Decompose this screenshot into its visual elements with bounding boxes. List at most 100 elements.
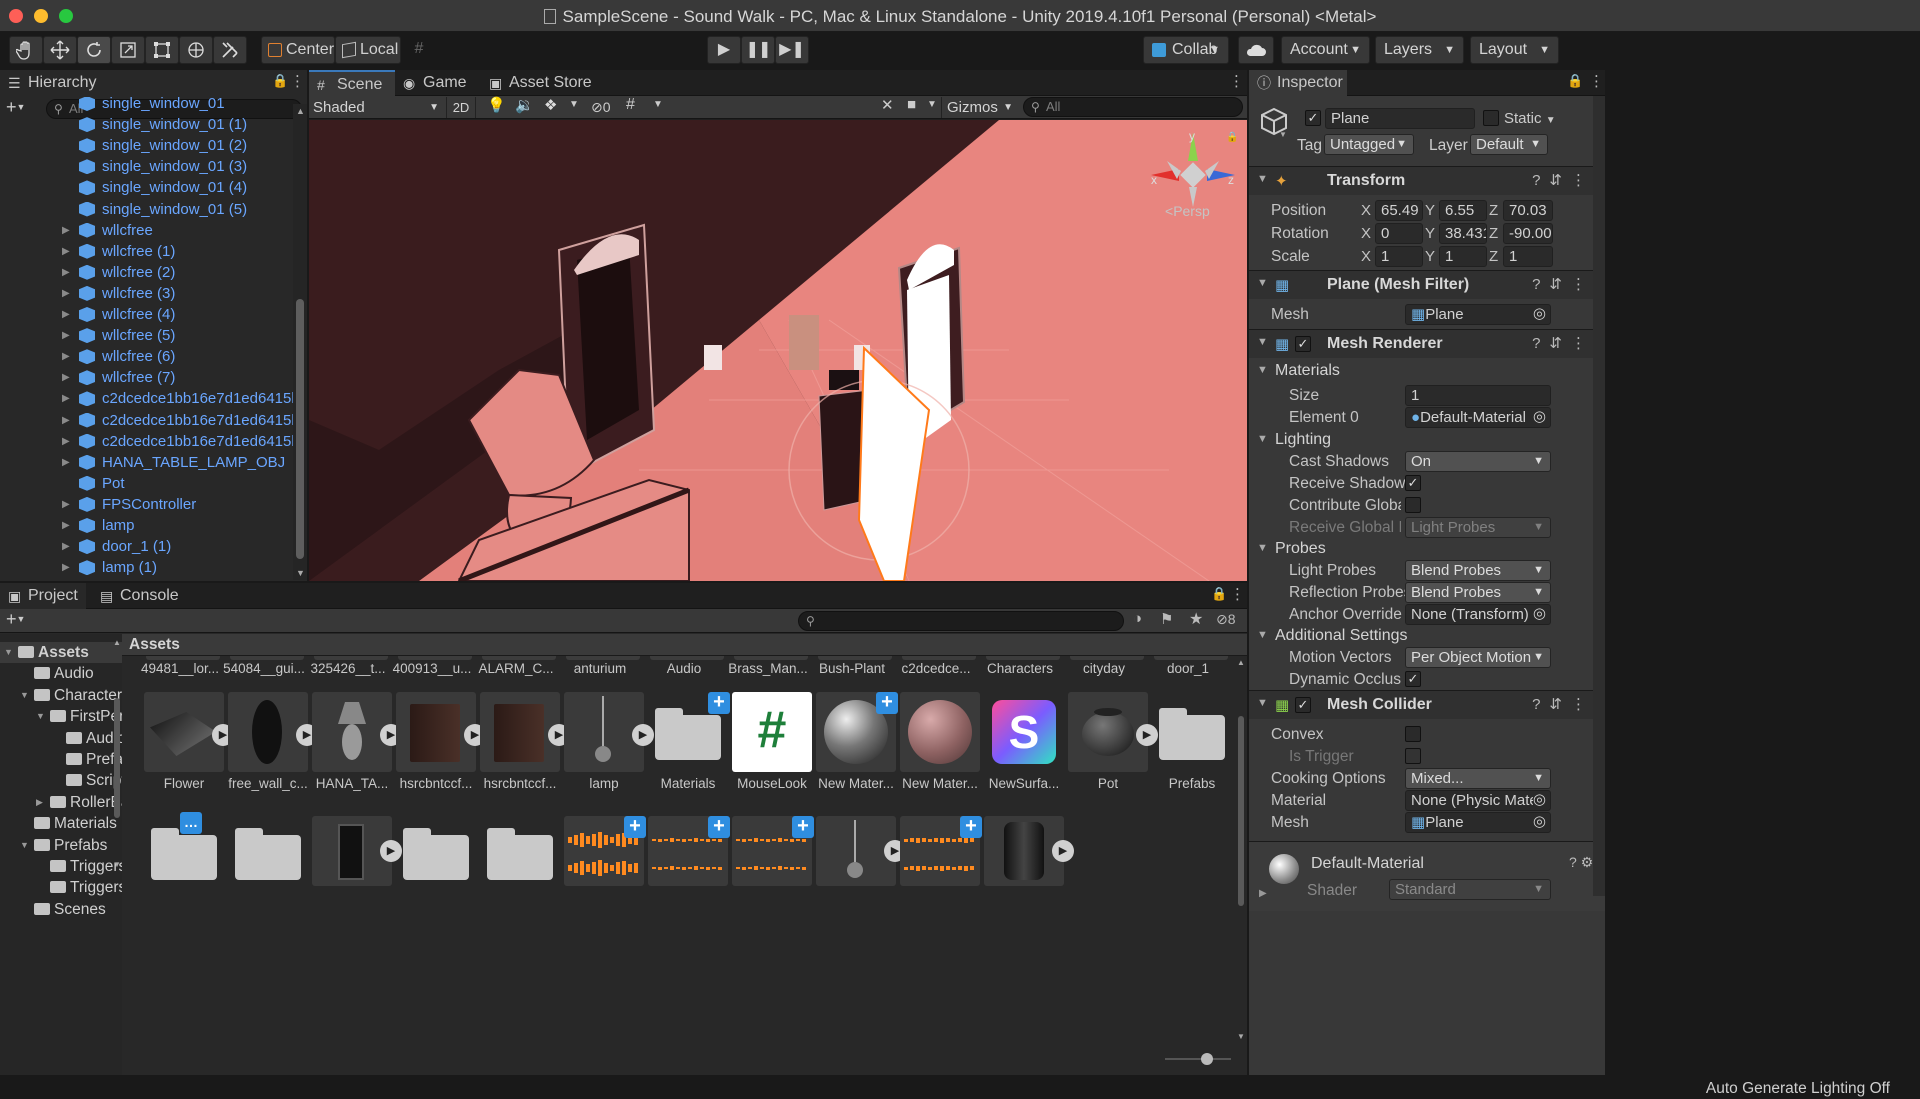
- help-icon[interactable]: ?: [1532, 696, 1549, 713]
- hierarchy-item[interactable]: ▶ wllcfree: [0, 220, 293, 241]
- hierarchy-item[interactable]: ▶ c2dcedce1bb16e7d1ed6415beed2: [0, 431, 293, 452]
- hierarchy-item[interactable]: single_window_01: [0, 97, 293, 114]
- project-create-button[interactable]: +▼: [6, 609, 25, 630]
- thumbnail-size-slider[interactable]: [1165, 1053, 1231, 1065]
- object-picker-icon[interactable]: ◎: [1533, 605, 1546, 623]
- fold-triangle-icon[interactable]: ▶: [62, 452, 70, 473]
- object-picker-icon[interactable]: ◎: [1533, 813, 1546, 831]
- reflection-probes-dropdown[interactable]: Blend Probes ▼: [1405, 582, 1551, 603]
- asset-item[interactable]: ▶: [300, 816, 402, 896]
- mesh-renderer-enabled-checkbox[interactable]: ✓: [1295, 336, 1311, 352]
- hierarchy-item[interactable]: ▶ wllcfree (5): [0, 325, 293, 346]
- asset-item[interactable]: Prefabs: [1140, 692, 1235, 792]
- asset-item[interactable]: +: [552, 816, 648, 896]
- asset-item[interactable]: # MouseLook: [720, 692, 816, 792]
- preset-icon[interactable]: ⇵: [1549, 696, 1571, 713]
- folder-tree-item[interactable]: Prefabs: [0, 749, 122, 770]
- hidden-objects-toggle[interactable]: ⊘0: [591, 97, 611, 118]
- convex-checkbox[interactable]: [1405, 726, 1421, 742]
- component-actions[interactable]: ?⇵⋮: [1532, 695, 1595, 713]
- hierarchy-item[interactable]: single_window_01 (3): [0, 156, 293, 177]
- step-button[interactable]: ▶❚: [775, 36, 809, 64]
- shading-mode-dropdown[interactable]: Shaded ▼: [313, 97, 441, 118]
- fold-triangle-icon[interactable]: ▶: [62, 410, 70, 431]
- hierarchy-item[interactable]: single_window_01 (2): [0, 135, 293, 156]
- material-help-icon[interactable]: ? ⚙: [1569, 854, 1593, 871]
- asset-item[interactable]: ▶ free_wall_c...: [216, 692, 318, 792]
- pivot-local-button[interactable]: Local: [335, 36, 401, 64]
- folder-tree-item[interactable]: ▶RollerBall: [0, 792, 122, 813]
- component-menu-icon[interactable]: ⋮: [1571, 276, 1595, 293]
- fold-triangle-icon[interactable]: ▶: [62, 515, 70, 536]
- fold-triangle-icon[interactable]: ▶: [62, 304, 70, 325]
- hierarchy-item[interactable]: single_window_01 (1): [0, 114, 293, 135]
- hierarchy-item[interactable]: ▶ wllcfree (6): [0, 346, 293, 367]
- hand-tool-button[interactable]: [9, 36, 43, 64]
- tab-project[interactable]: ▣ Project: [0, 583, 86, 609]
- folder-tree-item[interactable]: ▼ Prefabs: [0, 835, 122, 856]
- rotation-x-field[interactable]: 0: [1375, 223, 1423, 244]
- more-icon[interactable]: …: [180, 812, 202, 834]
- pause-button[interactable]: ❚❚: [741, 36, 775, 64]
- scrollbar-thumb[interactable]: [114, 698, 120, 818]
- asset-item[interactable]: +: [636, 816, 732, 896]
- expand-prefab-icon[interactable]: ▶: [1052, 840, 1074, 862]
- rect-tool-button[interactable]: [145, 36, 179, 64]
- fold-triangle-icon[interactable]: ▶: [62, 325, 70, 346]
- help-icon[interactable]: ?: [1532, 276, 1549, 293]
- asset-item[interactable]: [468, 816, 564, 896]
- asset-item[interactable]: door_1: [1140, 656, 1235, 678]
- rotation-y-field[interactable]: 38.431: [1439, 223, 1487, 244]
- fold-triangle-icon[interactable]: ▶: [62, 283, 70, 304]
- favorites-star-icon[interactable]: ★: [1189, 609, 1203, 629]
- hierarchy-item[interactable]: ▶ wllcfree (7): [0, 367, 293, 388]
- hierarchy-item[interactable]: Pot: [0, 473, 293, 494]
- asset-item[interactable]: ▶ Pot: [1056, 692, 1158, 792]
- folder-tree-item[interactable]: Triggers: [0, 856, 122, 877]
- fold-triangle-icon[interactable]: ▼: [4, 642, 13, 663]
- hierarchy-item[interactable]: ▶ c2dcedce1bb16e7d1ed6415beed2: [0, 410, 293, 431]
- pivot-center-button[interactable]: Center: [261, 36, 335, 64]
- mesh-collider-component-header[interactable]: ▼ ▦ ✓ Mesh Collider ?⇵⋮: [1249, 690, 1605, 719]
- folder-tree-item[interactable]: Scenes: [0, 899, 122, 920]
- hierarchy-item[interactable]: ▶ wllcfree (3): [0, 283, 293, 304]
- component-actions[interactable]: ?⇵⋮: [1532, 171, 1595, 189]
- audio-toggle-icon[interactable]: 🔉: [515, 96, 534, 114]
- fold-triangle-icon[interactable]: ▶: [62, 220, 70, 241]
- play-button[interactable]: ▶: [707, 36, 741, 64]
- camera-icon[interactable]: ■: [907, 96, 916, 113]
- shader-dropdown[interactable]: Standard ▼: [1389, 879, 1551, 900]
- transform-tool-button[interactable]: [179, 36, 213, 64]
- component-menu-icon[interactable]: ⋮: [1571, 172, 1595, 189]
- materials-size-field[interactable]: 1: [1405, 385, 1551, 406]
- collider-material-field[interactable]: None (Physic Mater ◎: [1405, 790, 1551, 811]
- fold-triangle-icon[interactable]: ▶: [36, 792, 43, 813]
- cooking-options-dropdown[interactable]: Mixed... ▼: [1405, 768, 1551, 789]
- inspector-menu-icon[interactable]: ⋮: [1589, 72, 1604, 90]
- preset-icon[interactable]: ⇵: [1549, 335, 1571, 352]
- static-checkbox[interactable]: [1483, 110, 1499, 126]
- help-icon[interactable]: ?: [1532, 172, 1549, 189]
- scene-tools-icon[interactable]: ✕: [881, 96, 894, 114]
- tab-hierarchy[interactable]: ☰ Hierarchy: [0, 70, 307, 96]
- slider-thumb[interactable]: [1201, 1053, 1213, 1065]
- hierarchy-item[interactable]: ▶ c2dcedce1bb16e7d1ed6415beed2: [0, 388, 293, 409]
- fold-triangle-icon[interactable]: ▶: [62, 536, 70, 557]
- mesh-renderer-component-header[interactable]: ▼ ▦ ✓ Mesh Renderer ?⇵⋮: [1249, 329, 1605, 358]
- viewport-lock-icon[interactable]: 🔒: [1226, 132, 1238, 143]
- cast-shadows-dropdown[interactable]: On ▼: [1405, 451, 1551, 472]
- fold-triangle-icon[interactable]: ▼: [20, 685, 29, 706]
- chevron-down-icon[interactable]: ▼: [653, 99, 663, 110]
- hierarchy-item[interactable]: ▶ lamp (2): [0, 578, 293, 581]
- asset-item[interactable]: + New Mater...: [804, 692, 900, 792]
- search-by-type-icon[interactable]: ◑: [1133, 610, 1142, 627]
- hierarchy-item[interactable]: ▶ wllcfree (1): [0, 241, 293, 262]
- layer-dropdown[interactable]: Default ▼: [1470, 134, 1548, 155]
- tab-console[interactable]: ▤ Console: [92, 583, 192, 609]
- scene-menu-icon[interactable]: ⋮: [1229, 72, 1244, 90]
- transform-component-header[interactable]: ▼ ✦ Transform ?⇵⋮: [1249, 166, 1605, 195]
- help-icon[interactable]: ?: [1532, 335, 1549, 352]
- fold-triangle-icon[interactable]: ▼: [36, 706, 45, 727]
- fold-triangle-icon[interactable]: ▶: [62, 241, 70, 262]
- asset-item[interactable]: ▶: [972, 816, 1074, 896]
